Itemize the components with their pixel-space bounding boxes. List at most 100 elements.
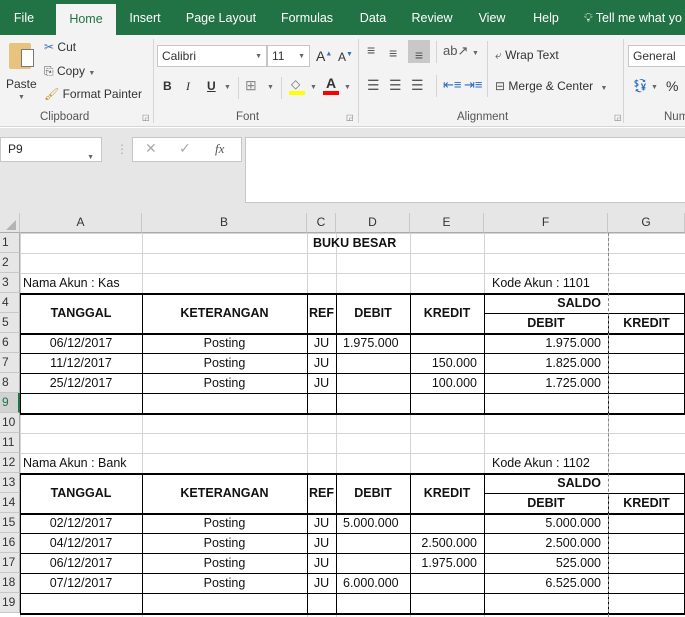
header-kredit[interactable]: KREDIT: [410, 473, 484, 513]
middle-align-button[interactable]: ≡: [389, 45, 397, 61]
column-header-c[interactable]: C: [307, 213, 336, 233]
cell-debit[interactable]: 1.975.000: [340, 333, 410, 353]
cell-saldo-debit[interactable]: 5.000.000: [484, 513, 608, 533]
row-header-2[interactable]: 2: [0, 253, 20, 273]
cell-debit[interactable]: [340, 373, 410, 393]
merge-center-button[interactable]: ⊟ Merge & Center ▼: [495, 79, 607, 93]
cell-kredit[interactable]: [410, 573, 484, 593]
align-right-button[interactable]: ☰: [411, 77, 424, 94]
tab-review[interactable]: Review: [406, 0, 458, 35]
account-name-bank[interactable]: Nama Akun : Bank: [20, 453, 220, 473]
cell-saldo-kredit[interactable]: [608, 513, 685, 533]
tab-data[interactable]: Data: [354, 0, 392, 35]
cell-keterangan[interactable]: Posting: [142, 573, 307, 593]
header-saldo[interactable]: SALDO: [484, 293, 608, 313]
row-header-10[interactable]: 10: [0, 413, 20, 433]
borders-button[interactable]: ⊞: [245, 77, 257, 94]
column-header-a[interactable]: A: [20, 213, 142, 233]
cell-debit[interactable]: 5.000.000: [340, 513, 410, 533]
tell-me-search[interactable]: 💡︎ Tell me what yo: [584, 0, 685, 35]
dialog-launcher-icon[interactable]: ◲: [142, 113, 150, 122]
row-header-7[interactable]: 7: [0, 353, 20, 373]
row-header-1[interactable]: 1: [0, 233, 20, 253]
tab-page-layout[interactable]: Page Layout: [180, 0, 262, 35]
header-tanggal[interactable]: TANGGAL: [20, 473, 142, 513]
row-header-17[interactable]: 17: [0, 553, 20, 573]
cell-ref[interactable]: JU: [307, 513, 336, 533]
row-header-15[interactable]: 15: [0, 513, 20, 533]
cell-ref[interactable]: JU: [307, 553, 336, 573]
bold-button[interactable]: B: [163, 79, 172, 93]
cell-keterangan[interactable]: Posting: [142, 533, 307, 553]
accounting-format-button[interactable]: 💱︎: [632, 78, 649, 94]
cell-ref[interactable]: JU: [307, 373, 336, 393]
font-color-button[interactable]: A: [323, 75, 341, 95]
row-header-9[interactable]: 9: [0, 393, 20, 413]
increase-indent-button[interactable]: ⇥≡: [464, 77, 482, 93]
header-tanggal[interactable]: TANGGAL: [20, 293, 142, 333]
cell-tanggal[interactable]: 07/12/2017: [20, 573, 142, 593]
header-saldo-kredit[interactable]: KREDIT: [608, 313, 685, 333]
cell-keterangan[interactable]: Posting: [142, 353, 307, 373]
align-left-button[interactable]: ☰: [367, 77, 380, 94]
header-saldo[interactable]: SALDO: [484, 473, 608, 493]
tab-help[interactable]: Help: [526, 0, 566, 35]
insert-function-icon[interactable]: fx: [215, 141, 224, 157]
cancel-icon[interactable]: ✕: [145, 140, 157, 157]
cell-tanggal[interactable]: 04/12/2017: [20, 533, 142, 553]
cell-saldo-kredit[interactable]: [608, 373, 685, 393]
fill-color-button[interactable]: ◇: [289, 77, 307, 95]
column-header-e[interactable]: E: [410, 213, 484, 233]
cell-tanggal[interactable]: 11/12/2017: [20, 353, 142, 373]
header-ref[interactable]: REF: [307, 473, 336, 513]
cell-debit[interactable]: 6.000.000: [340, 573, 410, 593]
cell-saldo-kredit[interactable]: [608, 573, 685, 593]
row-header-18[interactable]: 18: [0, 573, 20, 593]
copy-button[interactable]: ⎘ Copy ▼: [44, 64, 95, 79]
header-kredit[interactable]: KREDIT: [410, 293, 484, 333]
decrease-indent-button[interactable]: ⇤≡: [443, 77, 461, 93]
header-debit[interactable]: DEBIT: [336, 473, 410, 513]
cell-tanggal[interactable]: 02/12/2017: [20, 513, 142, 533]
cell-tanggal[interactable]: 06/12/2017: [20, 333, 142, 353]
cut-button[interactable]: ✂ Cut: [44, 40, 76, 54]
number-format-dropdown[interactable]: General: [628, 45, 685, 67]
top-align-button[interactable]: ≡: [367, 42, 375, 58]
cell-keterangan[interactable]: Posting: [142, 333, 307, 353]
formula-input[interactable]: [245, 137, 685, 203]
cell-ref[interactable]: JU: [307, 573, 336, 593]
format-painter-button[interactable]: 🖌︎ Format Painter: [44, 87, 142, 101]
cell-keterangan[interactable]: Posting: [142, 373, 307, 393]
header-ref[interactable]: REF: [307, 293, 336, 333]
orientation-button[interactable]: ab↗ ▼: [443, 43, 479, 59]
tab-view[interactable]: View: [472, 0, 512, 35]
cell-keterangan[interactable]: Posting: [142, 553, 307, 573]
tab-insert[interactable]: Insert: [124, 0, 166, 35]
account-code-bank[interactable]: Kode Akun : 1102: [489, 453, 619, 473]
header-debit[interactable]: DEBIT: [336, 293, 410, 333]
cell-saldo-debit[interactable]: 1.725.000: [484, 373, 608, 393]
percent-style-button[interactable]: %: [666, 78, 678, 94]
cell-saldo-debit[interactable]: 6.525.000: [484, 573, 608, 593]
align-center-button[interactable]: ☰: [389, 77, 402, 94]
column-header-b[interactable]: B: [142, 213, 307, 233]
header-saldo-kredit[interactable]: KREDIT: [608, 493, 685, 513]
font-name-dropdown[interactable]: Calibri ▼: [157, 45, 267, 67]
row-header-13[interactable]: 13: [0, 473, 20, 493]
row-header-14[interactable]: 14: [0, 493, 20, 513]
row-header-12[interactable]: 12: [0, 453, 20, 473]
cell-saldo-kredit[interactable]: [608, 353, 685, 373]
bottom-align-button[interactable]: ≡: [408, 40, 430, 63]
row-header-4[interactable]: 4: [0, 293, 20, 313]
cell-debit[interactable]: [340, 553, 410, 573]
column-header-g[interactable]: G: [608, 213, 685, 233]
sheet-title[interactable]: BUKU BESAR: [20, 233, 685, 253]
paste-button[interactable]: Paste ▼: [4, 39, 38, 105]
row-header-11[interactable]: 11: [0, 433, 20, 453]
underline-button[interactable]: U: [207, 79, 216, 93]
cell-kredit[interactable]: 1.975.000: [410, 553, 484, 573]
wrap-text-button[interactable]: ⤶ Wrap Text: [495, 48, 559, 63]
tab-home[interactable]: Home: [56, 4, 116, 35]
italic-button[interactable]: I: [186, 79, 190, 94]
cell-saldo-debit[interactable]: 1.975.000: [484, 333, 608, 353]
